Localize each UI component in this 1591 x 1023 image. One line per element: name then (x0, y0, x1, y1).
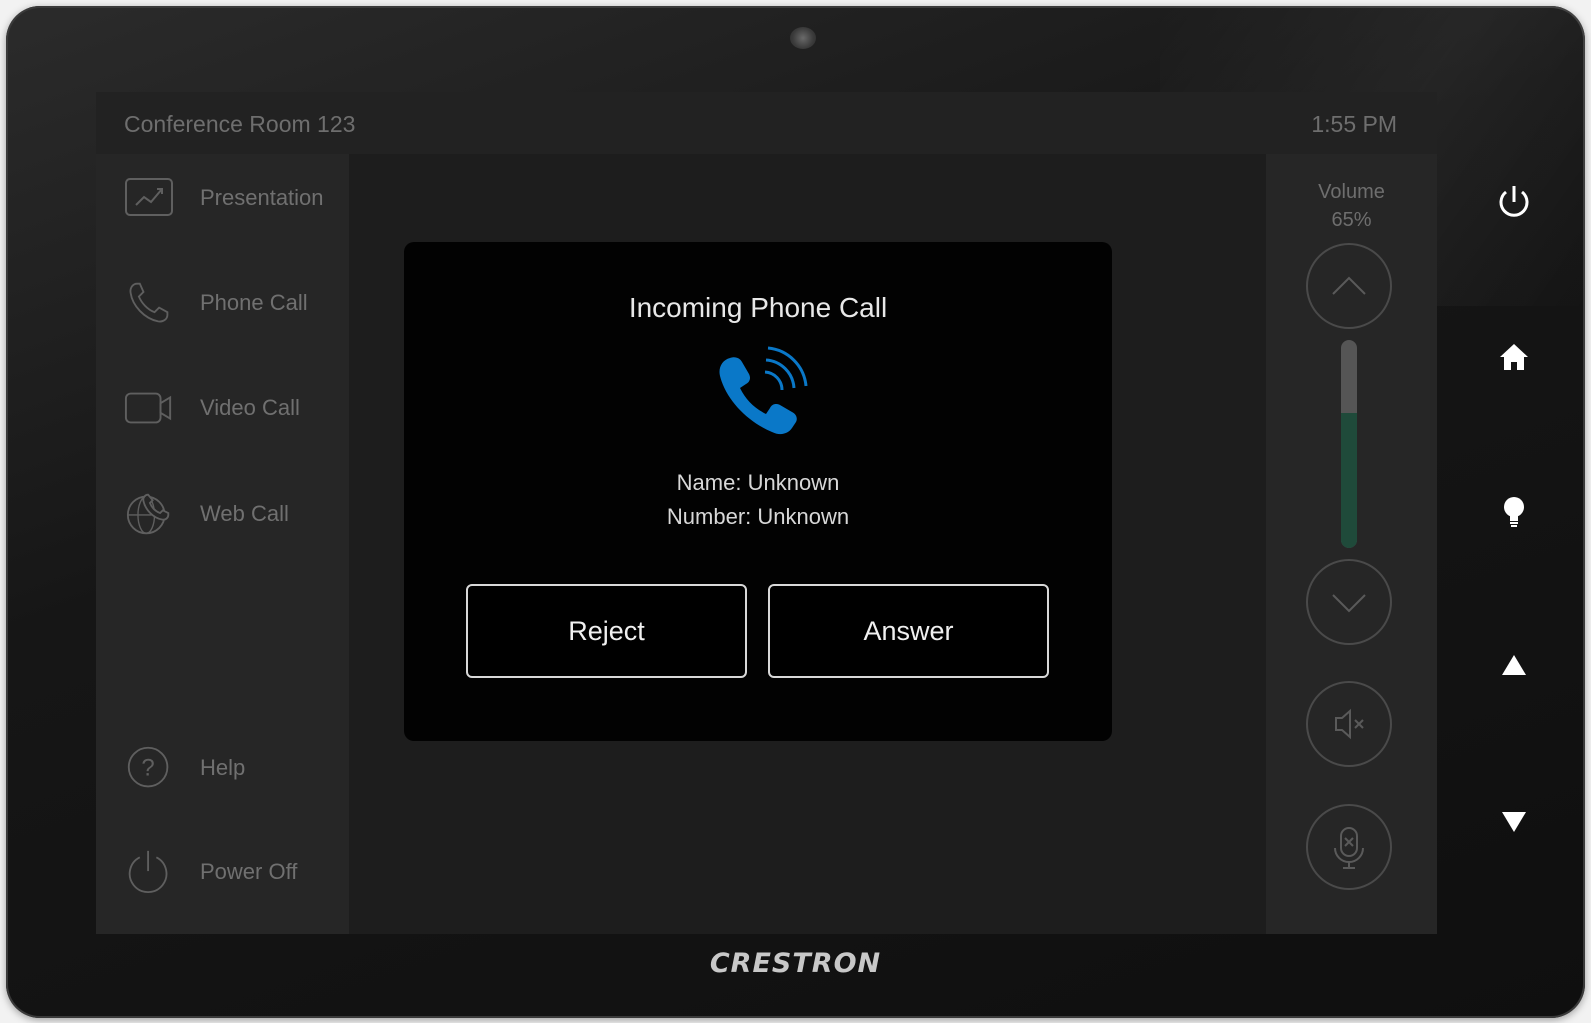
mute-speaker-button[interactable] (1306, 681, 1392, 767)
room-name: Conference Room 123 (124, 111, 356, 137)
volume-title: Volume (1318, 181, 1385, 203)
lightbulb-icon[interactable] (1492, 490, 1536, 534)
volume-percent: 65% (1331, 209, 1372, 231)
video-camera-icon (124, 392, 172, 424)
dialog-title: Incoming Phone Call (628, 292, 888, 323)
clock: 1:55 PM (1311, 111, 1397, 137)
sidebar-item-label: Phone Call (200, 290, 308, 315)
volume-panel: Volume 65% (1266, 154, 1437, 934)
sidebar-item-label: Presentation (200, 185, 324, 210)
sidebar-item-label: Web Call (200, 501, 289, 526)
ringing-phone-icon (719, 346, 808, 435)
reject-button[interactable]: Reject (466, 584, 747, 678)
sidebar-item-phone-call[interactable]: Phone Call (96, 268, 349, 338)
caller-name: Name: Unknown (676, 470, 840, 495)
power-icon[interactable] (1492, 180, 1536, 224)
volume-down-button[interactable] (1306, 559, 1392, 645)
camera-icon (790, 27, 816, 49)
sidebar: Presentation Phone Call Video Call Web C… (96, 154, 349, 934)
sidebar-item-label: Help (200, 755, 246, 780)
chevron-up-icon (1332, 276, 1366, 295)
triangle-up-icon[interactable] (1492, 645, 1536, 689)
phone-icon (129, 282, 169, 323)
volume-level-fill (1341, 412, 1357, 548)
brand-logo: CRESTRON (709, 948, 882, 979)
chevron-down-icon (1332, 594, 1366, 613)
touch-screen: Conference Room 123 1:55 PM Presentation… (96, 92, 1437, 934)
incoming-call-dialog: Incoming Phone Call Name: Unknown Number… (404, 242, 1112, 741)
answer-button[interactable]: Answer (768, 584, 1049, 678)
globe-phone-icon (126, 493, 170, 535)
caller-number: Number: Unknown (666, 504, 850, 529)
top-bar: Conference Room 123 1:55 PM (96, 92, 1437, 154)
sidebar-item-help[interactable]: ? Help (96, 733, 349, 803)
sidebar-item-presentation[interactable]: Presentation (96, 163, 349, 233)
presentation-icon (125, 178, 173, 216)
volume-label: Volume 65% (1266, 178, 1437, 234)
volume-up-button[interactable] (1306, 243, 1392, 329)
triangle-down-icon[interactable] (1492, 800, 1536, 844)
home-icon[interactable] (1492, 336, 1536, 380)
sidebar-item-label: Power Off (200, 859, 298, 884)
sidebar-item-web-call[interactable]: Web Call (96, 479, 349, 549)
microphone-mute-icon (1334, 827, 1364, 869)
power-icon (128, 850, 168, 894)
sidebar-item-label: Video Call (200, 395, 300, 420)
sidebar-item-video-call[interactable]: Video Call (96, 373, 349, 443)
volume-slider[interactable] (1341, 340, 1357, 548)
mute-microphone-button[interactable] (1306, 804, 1392, 890)
svg-text:?: ? (141, 754, 154, 781)
sidebar-item-power-off[interactable]: Power Off (96, 837, 349, 907)
speaker-mute-icon (1335, 708, 1364, 740)
help-icon: ? (127, 746, 169, 788)
